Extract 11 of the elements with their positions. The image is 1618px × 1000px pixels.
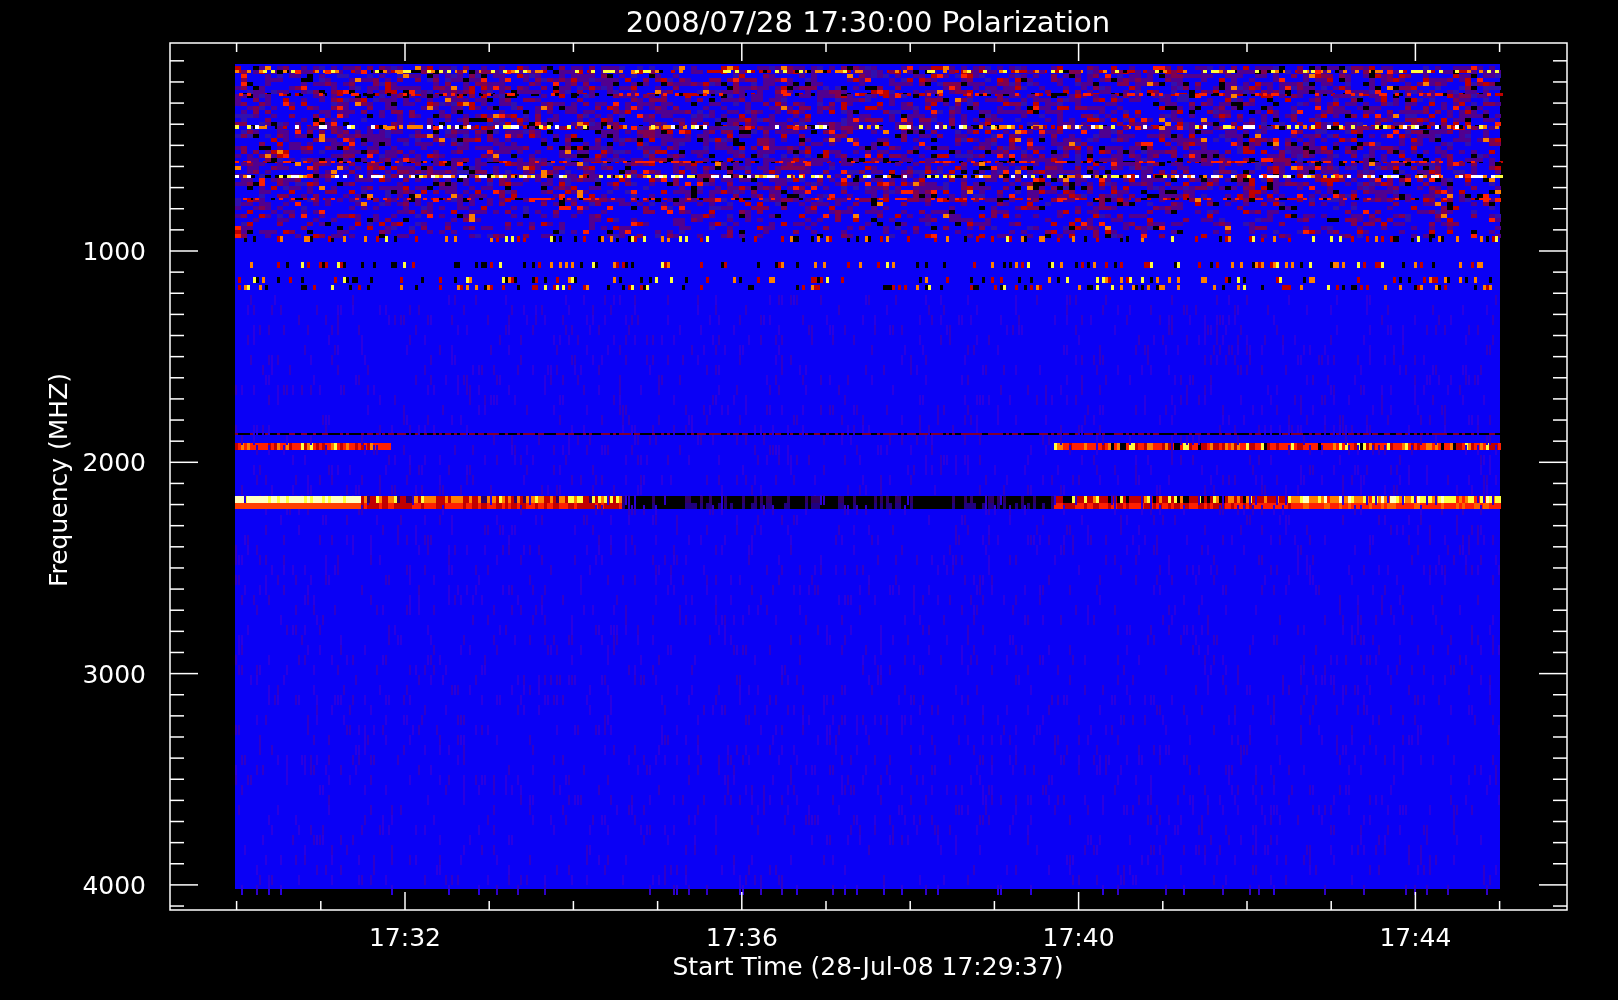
x-axis-label: Start Time (28-Jul-08 17:29:37): [672, 952, 1064, 981]
x-tick-label: 17:32: [369, 923, 441, 952]
x-tick-label: 17:36: [705, 923, 778, 952]
x-tick-label: 17:44: [1379, 923, 1452, 952]
y-tick-label: 4000: [82, 870, 146, 900]
y-tick-label: 3000: [82, 659, 146, 689]
plot-title: 2008/07/28 17:30:00 Polarization: [625, 5, 1111, 39]
y-axis-label: Frequency (MHZ): [44, 372, 73, 588]
y-tick-label: 1000: [82, 237, 146, 266]
x-tick-label: 17:40: [1042, 923, 1115, 952]
y-tick-label: 2000: [82, 448, 146, 478]
